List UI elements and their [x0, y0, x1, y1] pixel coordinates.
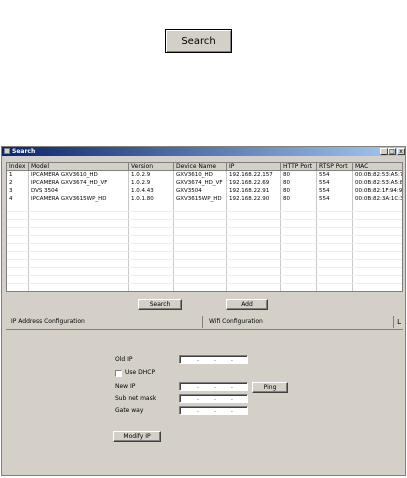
cell-index[interactable]: 1: [7, 171, 29, 179]
column-header-http-port[interactable]: HTTP Port: [281, 163, 317, 171]
subnet-mask-label: Sub net mask: [115, 395, 157, 402]
cell-model[interactable]: IPCAMERA GXV3610_HD: [29, 171, 129, 179]
ip-dot: .: [197, 395, 199, 402]
cell-rtsp-port[interactable]: 554: [317, 187, 353, 195]
cell-http-port[interactable]: 80: [281, 171, 317, 179]
cell-http-port[interactable]: 80: [281, 187, 317, 195]
row-divider: [7, 243, 402, 244]
gateway-label: Gate way: [115, 407, 144, 414]
tab-divider: [6, 329, 403, 330]
app-icon: [4, 148, 10, 154]
cell-device-name[interactable]: GXV3504: [174, 187, 227, 195]
minimize-button[interactable]: _: [380, 148, 388, 155]
ip-dot: .: [197, 383, 199, 390]
row-divider: [7, 267, 402, 268]
cell-index[interactable]: 2: [7, 179, 29, 187]
config-tab-bar: IP Address Configuration Wifi Configurat…: [6, 313, 403, 329]
cell-version[interactable]: 1.0.2.9: [129, 171, 174, 179]
column-header-version[interactable]: Version: [129, 163, 174, 171]
column-header-ip[interactable]: IP: [227, 163, 281, 171]
ip-dot: .: [231, 383, 233, 390]
cell-ip[interactable]: 192.168.22.91: [227, 187, 281, 195]
row-divider: [7, 283, 402, 284]
use-dhcp-checkbox[interactable]: [115, 370, 122, 377]
cell-model[interactable]: IPCAMERA GXV3615WP_HD: [29, 195, 129, 203]
cell-version[interactable]: 1.0.1.80: [129, 195, 174, 203]
cell-http-port[interactable]: 80: [281, 195, 317, 203]
cell-http-port[interactable]: 80: [281, 179, 317, 187]
device-table[interactable]: Index Model Version Device Name IP HTTP …: [6, 162, 403, 292]
ip-dot: .: [197, 356, 199, 363]
cell-index[interactable]: 3: [7, 187, 29, 195]
cell-ip[interactable]: 192.168.22.157: [227, 171, 281, 179]
cell-ip[interactable]: 192.168.22.69: [227, 179, 281, 187]
row-divider: [7, 251, 402, 252]
cell-ip[interactable]: 192.168.22.90: [227, 195, 281, 203]
row-divider: [7, 259, 402, 260]
tab-wifi-configuration[interactable]: Wifi Configuration: [204, 316, 394, 328]
search-button[interactable]: Search: [138, 299, 182, 310]
new-ip-label: New IP: [115, 383, 136, 390]
new-ip-field[interactable]: . . .: [179, 382, 248, 391]
column-header-device-name[interactable]: Device Name: [174, 163, 227, 171]
top-search-button[interactable]: Search: [165, 29, 232, 53]
modify-ip-button[interactable]: Modify IP: [113, 431, 161, 442]
ip-dot: .: [214, 383, 216, 390]
old-ip-field[interactable]: . . .: [179, 355, 248, 364]
ip-dot: .: [197, 407, 199, 414]
subnet-mask-field[interactable]: . . .: [179, 394, 248, 403]
cell-mac[interactable]: 00:0B:82:53:A5:7F: [353, 171, 402, 179]
ping-button[interactable]: Ping: [252, 382, 288, 393]
column-header-rtsp-port[interactable]: RTSP Port: [317, 163, 353, 171]
add-button[interactable]: Add: [226, 299, 268, 310]
ip-dot: .: [231, 356, 233, 363]
maximize-button[interactable]: □: [388, 148, 396, 155]
use-dhcp-label: Use DHCP: [125, 369, 156, 376]
close-button[interactable]: x: [397, 148, 405, 155]
cell-device-name[interactable]: GXV3615WP_HD: [174, 195, 227, 203]
ip-dot: .: [214, 395, 216, 402]
cell-mac[interactable]: 00:0B:82:3A:1C:35: [353, 195, 402, 203]
ip-dot: .: [231, 395, 233, 402]
cell-mac[interactable]: 00:0B:82:1F:94:91: [353, 187, 402, 195]
tab-scroll-icon[interactable]: L: [397, 318, 401, 326]
cell-version[interactable]: 1.0.4.43: [129, 187, 174, 195]
cell-model[interactable]: IPCAMERA GXV3674_HD_VF: [29, 179, 129, 187]
cell-device-name[interactable]: GXV3674_HD_VF: [174, 179, 227, 187]
gateway-field[interactable]: . . .: [179, 406, 248, 415]
tab-ip-address-configuration[interactable]: IP Address Configuration: [6, 316, 203, 328]
row-divider: [7, 219, 402, 220]
row-divider: [7, 235, 402, 236]
column-header-model[interactable]: Model: [29, 163, 129, 171]
ip-dot: .: [231, 407, 233, 414]
cell-version[interactable]: 1.0.2.9: [129, 179, 174, 187]
row-divider: [7, 275, 402, 276]
cell-rtsp-port[interactable]: 554: [317, 195, 353, 203]
old-ip-label: Old IP: [115, 356, 133, 363]
ip-dot: .: [214, 407, 216, 414]
window-title: Search: [12, 148, 36, 155]
cell-mac[interactable]: 00:0B:82:53:A5:8E: [353, 179, 402, 187]
column-header-index[interactable]: Index: [7, 163, 29, 171]
ip-dot: .: [214, 356, 216, 363]
cell-rtsp-port[interactable]: 554: [317, 171, 353, 179]
column-header-mac[interactable]: MAC: [353, 163, 402, 171]
row-divider: [7, 211, 402, 212]
search-window: Search _ □ x Index Model Version Device …: [1, 146, 406, 476]
cell-device-name[interactable]: GXV3610_HD: [174, 171, 227, 179]
cell-index[interactable]: 4: [7, 195, 29, 203]
cell-rtsp-port[interactable]: 554: [317, 179, 353, 187]
title-bar[interactable]: Search _ □ x: [2, 147, 405, 156]
row-divider: [7, 227, 402, 228]
cell-model[interactable]: DVS 3504: [29, 187, 129, 195]
